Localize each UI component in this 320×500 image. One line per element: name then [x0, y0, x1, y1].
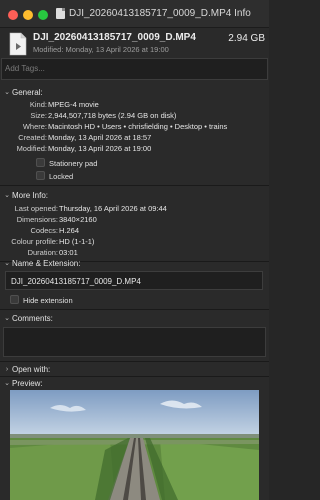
codecs-value: H.264	[59, 226, 80, 235]
hide-extension-label: Hide extension	[23, 296, 73, 305]
more-info-row-last-opened: Last opened: Thursday, 16 April 2026 at …	[0, 204, 269, 214]
more-info-row-dimensions: Dimensions: 3840×2160	[0, 215, 269, 225]
window-title-group: DJI_20260413185717_0009_D.MP4 Info	[56, 8, 251, 19]
duration-label: Duration:	[27, 248, 58, 257]
zoom-button[interactable]	[38, 10, 48, 20]
colour-profile-value: HD (1-1-1)	[59, 237, 95, 246]
section-more-info-header[interactable]: ⌄ More Info:	[0, 189, 269, 201]
close-button[interactable]	[8, 10, 18, 20]
created-value: Monday, 13 April 2026 at 18:57	[48, 133, 152, 142]
section-open-with-title: Open with:	[12, 364, 51, 374]
title-bar[interactable]: DJI_20260413185717_0009_D.MP4 Info	[0, 0, 269, 28]
section-preview-title: Preview:	[12, 378, 43, 388]
section-general-header[interactable]: ⌄ General:	[0, 86, 269, 98]
minimize-button[interactable]	[23, 10, 33, 20]
duration-value: 03:01	[59, 248, 78, 257]
more-info-row-codecs: Codecs: H.264	[0, 226, 269, 236]
colour-profile-label: Colour profile:	[11, 237, 58, 246]
divider	[0, 185, 269, 186]
tags-field[interactable]: Add Tags...	[1, 58, 268, 80]
general-row-size: Size: 2,944,507,718 bytes (2.94 GB on di…	[0, 111, 269, 121]
section-name-ext-title: Name & Extension:	[12, 258, 81, 268]
chevron-down-icon[interactable]: ⌄	[2, 191, 12, 199]
stationery-label: Stationery pad	[49, 159, 98, 168]
section-more-info-title: More Info:	[12, 190, 49, 200]
file-modified: Modified: Monday, 13 April 2026 at 19:00	[33, 45, 169, 54]
modified-label: Modified:	[16, 144, 47, 153]
locked-label: Locked	[49, 172, 74, 181]
divider	[0, 361, 269, 362]
filename-value: DJI_20260413185717_0009_D.MP4	[11, 277, 141, 286]
info-window: DJI_20260413185717_0009_D.MP4 Info DJI_2…	[0, 0, 269, 500]
last-opened-label: Last opened:	[14, 204, 58, 213]
hide-extension-checkbox[interactable]	[10, 295, 19, 304]
movie-file-icon	[9, 32, 27, 56]
file-name: DJI_20260413185717_0009_D.MP4	[33, 32, 196, 43]
dimensions-value: 3840×2160	[59, 215, 97, 224]
chevron-down-icon[interactable]: ⌄	[2, 314, 12, 322]
divider	[0, 309, 269, 310]
codecs-label: Codecs:	[30, 226, 58, 235]
chevron-down-icon[interactable]: ⌄	[2, 379, 12, 387]
chevron-right-icon[interactable]: ›	[2, 366, 12, 373]
created-label: Created:	[18, 133, 47, 142]
kind-label: Kind:	[29, 100, 47, 109]
locked-checkbox[interactable]	[36, 171, 45, 180]
file-header: DJI_20260413185717_0009_D.MP4 2.94 GB Mo…	[0, 28, 269, 58]
general-row-kind: Kind: MPEG-4 movie	[0, 100, 269, 110]
section-preview-header[interactable]: ⌄ Preview:	[0, 377, 269, 389]
filename-field[interactable]: DJI_20260413185717_0009_D.MP4	[5, 271, 263, 290]
tags-placeholder: Add Tags...	[5, 64, 45, 73]
preview-image	[10, 390, 259, 500]
where-value: Macintosh HD • Users • chrisfielding • D…	[48, 122, 228, 131]
stationery-checkbox[interactable]	[36, 158, 45, 167]
window-title: DJI_20260413185717_0009_D.MP4 Info	[69, 8, 251, 19]
general-row-created: Created: Monday, 13 April 2026 at 18:57	[0, 133, 269, 143]
section-general-title: General:	[12, 87, 43, 97]
modified-value: Monday, 13 April 2026 at 19:00	[48, 144, 152, 153]
where-label: Where:	[22, 122, 47, 131]
section-name-ext-header[interactable]: ⌄ Name & Extension:	[0, 257, 269, 269]
size-label: Size:	[30, 111, 47, 120]
general-row-modified: Modified: Monday, 13 April 2026 at 19:00	[0, 144, 269, 154]
size-value: 2,944,507,718 bytes (2.94 GB on disk)	[48, 111, 177, 120]
general-row-where: Where: Macintosh HD • Users • chrisfield…	[0, 122, 269, 132]
file-size: 2.94 GB	[228, 33, 265, 44]
document-icon	[56, 8, 65, 19]
aerial-railway-thumbnail	[10, 390, 259, 500]
comments-field[interactable]	[3, 327, 266, 357]
section-comments-header[interactable]: ⌄ Comments:	[0, 312, 269, 324]
kind-value: MPEG-4 movie	[48, 100, 99, 109]
section-comments-title: Comments:	[12, 313, 53, 323]
chevron-down-icon[interactable]: ⌄	[2, 88, 12, 96]
section-open-with-header[interactable]: › Open with:	[0, 363, 269, 375]
more-info-row-colour-profile: Colour profile: HD (1-1-1)	[0, 237, 269, 247]
last-opened-value: Thursday, 16 April 2026 at 09:44	[59, 204, 167, 213]
dimensions-label: Dimensions:	[16, 215, 58, 224]
chevron-down-icon[interactable]: ⌄	[2, 259, 12, 267]
